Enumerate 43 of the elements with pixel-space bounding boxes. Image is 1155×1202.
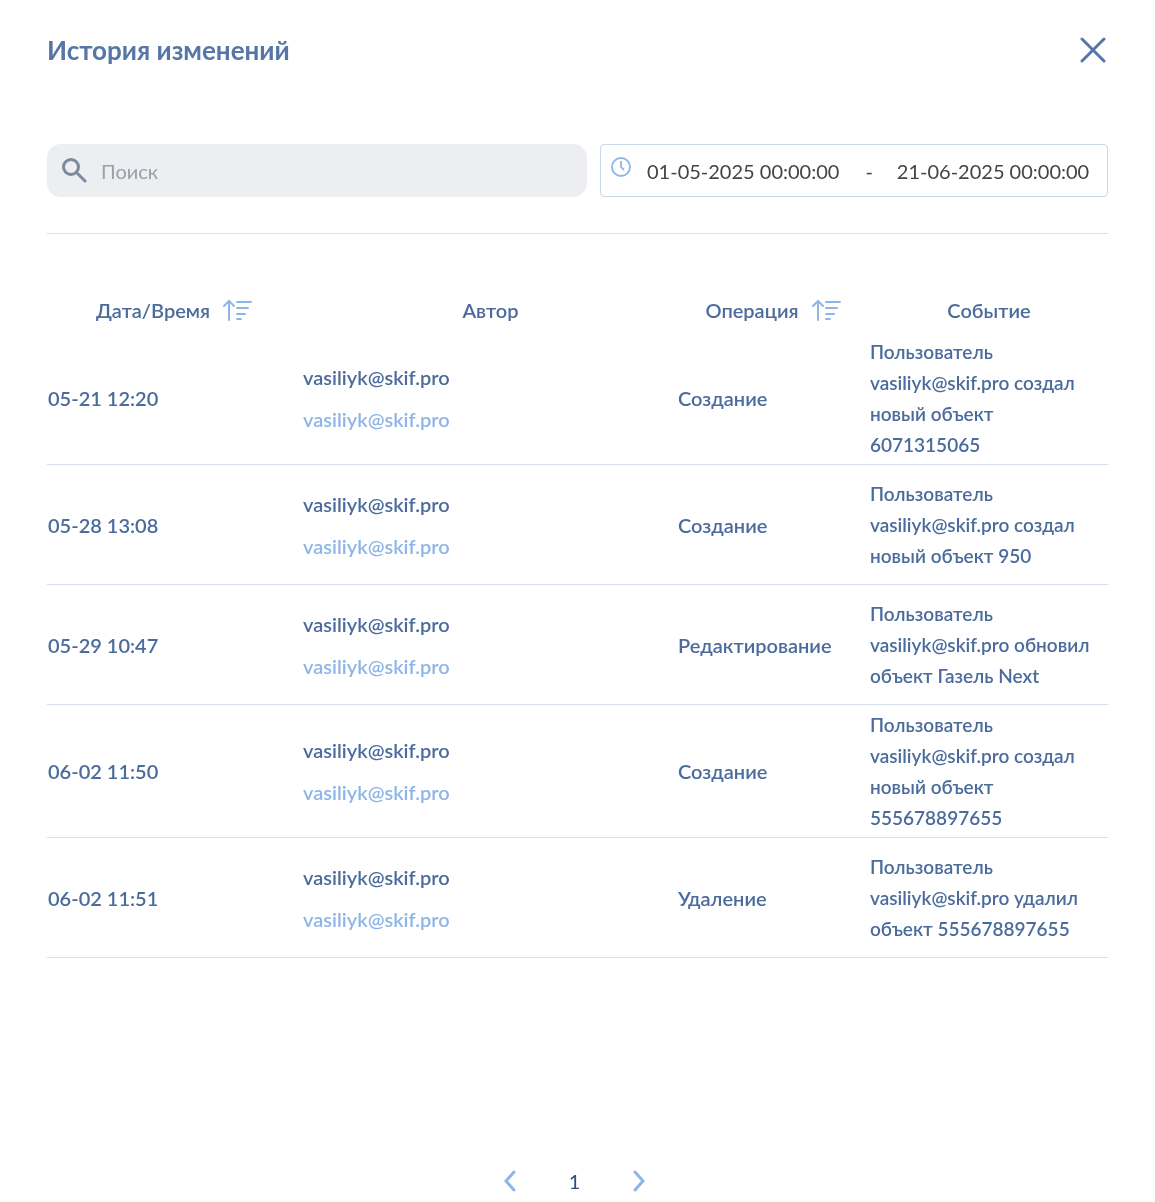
date-separator: - bbox=[865, 157, 873, 185]
clock-icon bbox=[610, 156, 632, 178]
author-login: vasiliyk@skif.pro bbox=[303, 532, 451, 560]
event-text: Пользователь vasiliyk@skif.pro обновил объект Газель Next bbox=[870, 601, 1091, 689]
operation-cell-text: Удаление bbox=[678, 884, 768, 912]
event-text: Пользователь vasiliyk@skif.pro удалил объект 555678897655 bbox=[870, 854, 1080, 942]
author-name: vasiliyk@skif.pro bbox=[303, 737, 451, 764]
event-text: Пользователь vasiliyk@skif.pro создал новый объект 555678897655 bbox=[870, 712, 1076, 831]
date-from: 01-05-2025 00:00:00 bbox=[647, 157, 840, 185]
author-name: vasiliyk@skif.pro bbox=[303, 490, 451, 518]
chevron-left-icon bbox=[502, 1170, 517, 1192]
operation-cell-text: Создание bbox=[678, 385, 769, 412]
sort-icon[interactable] bbox=[222, 298, 255, 322]
operation-cell-text: Создание bbox=[678, 511, 769, 539]
author-name: vasiliyk@skif.pro bbox=[303, 863, 451, 891]
event-text: Пользователь vasiliyk@skif.pro создал новый объект 6071315065 bbox=[870, 339, 1076, 458]
datetime-cell-text: 05-29 10:47 bbox=[47, 631, 160, 659]
date-range-field[interactable]: 01-05-2025 00:00:00 - 21-06-2025 00:00:00 bbox=[600, 144, 1108, 197]
page-button[interactable]: 1 bbox=[568, 1166, 581, 1196]
author-login: vasiliyk@skif.pro bbox=[303, 652, 451, 680]
operation-cell-text: Редактирование bbox=[678, 631, 833, 659]
datetime-cell-text: 06-02 11:51 bbox=[47, 884, 160, 912]
search-icon bbox=[61, 157, 87, 183]
sort-icon[interactable] bbox=[810, 298, 843, 322]
author-login: vasiliyk@skif.pro bbox=[303, 406, 451, 433]
datetime-cell-text: 06-02 11:50 bbox=[47, 758, 160, 785]
author-name: vasiliyk@skif.pro bbox=[303, 610, 451, 638]
operation-cell-text: Создание bbox=[678, 758, 769, 785]
close-icon bbox=[1080, 37, 1106, 63]
column-header[interactable]: Дата/Время bbox=[95, 295, 211, 325]
author-name: vasiliyk@skif.pro bbox=[303, 364, 451, 391]
author-login: vasiliyk@skif.pro bbox=[303, 905, 451, 933]
column-header[interactable]: Операция bbox=[705, 295, 799, 325]
datetime-cell-text: 05-28 13:08 bbox=[47, 511, 160, 539]
dialog-title: История изменений bbox=[47, 32, 290, 68]
search-field[interactable]: Поиск bbox=[47, 144, 587, 197]
chevron-right-icon bbox=[632, 1170, 647, 1192]
date-to: 21-06-2025 00:00:00 bbox=[896, 157, 1090, 185]
event-text: Пользователь vasiliyk@skif.pro создал новый объект 950 bbox=[870, 481, 1076, 569]
datetime-cell-text: 05-21 12:20 bbox=[47, 385, 160, 412]
author-login: vasiliyk@skif.pro bbox=[303, 779, 451, 806]
column-header: Событие bbox=[947, 297, 1031, 324]
column-header: Автор bbox=[462, 297, 519, 324]
